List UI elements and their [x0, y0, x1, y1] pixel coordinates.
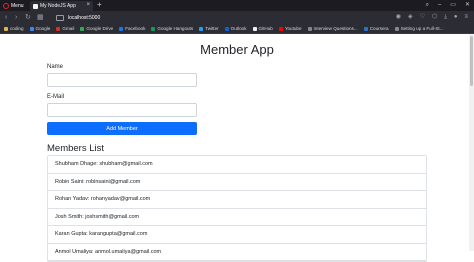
browser-tab[interactable]: My NodeJS App ×	[30, 1, 93, 11]
browser-address-bar: ‹ › ↻ ▦ localhost:5000 ◉ ◈ ♡ ⬡ ⤓ ● ≡	[0, 11, 474, 24]
bookmark-icon	[119, 26, 124, 31]
heart-icon[interactable]: ♡	[420, 13, 425, 22]
members-list-title: Members List	[47, 143, 105, 154]
vpn-icon[interactable]: ◈	[408, 13, 413, 22]
browser-menu-button[interactable]: Menu	[3, 1, 24, 10]
forward-icon[interactable]: ›	[15, 13, 17, 22]
bookmark-icon	[4, 26, 8, 31]
bookmark-label: Setting up a Full-St...	[400, 26, 444, 31]
bookmark-label: Outlook	[230, 26, 247, 31]
page-scrollbar[interactable]	[469, 34, 474, 251]
name-label: Name	[47, 64, 64, 70]
bookmark-icon	[29, 26, 34, 31]
menu-icon[interactable]: ≡	[464, 13, 468, 22]
bookmark-icon	[151, 26, 156, 31]
bookmark-item[interactable]: Coursera	[363, 26, 389, 31]
url-field[interactable]: localhost:5000	[56, 13, 356, 22]
bookmark-label: Twitter	[205, 26, 219, 31]
bookmark-item[interactable]: Interview Questions...	[307, 26, 358, 31]
url-text: localhost:5000	[68, 14, 101, 21]
bookmark-item[interactable]: Youtube	[278, 26, 302, 31]
bookmark-icon	[224, 26, 229, 31]
add-member-button[interactable]: Add Member	[47, 122, 197, 135]
camera-icon[interactable]: ◉	[396, 13, 401, 22]
bookmark-item[interactable]: Google	[29, 26, 51, 31]
download-icon[interactable]: ⤓	[444, 13, 447, 22]
new-tab-button[interactable]: +	[97, 0, 102, 10]
member-list-item: Robin Saini: robinsaini@gmail.com	[48, 174, 426, 191]
page-title: Member App	[200, 42, 274, 57]
bookmark-item[interactable]: Gmail	[56, 26, 74, 31]
member-list-item: Shubham Dhage: shubham@gmail.com	[48, 156, 426, 174]
email-input[interactable]	[47, 103, 197, 117]
bookmark-label: Facebook	[125, 26, 146, 31]
bookmark-item[interactable]: Twitter	[199, 26, 219, 31]
bookmark-icon	[278, 26, 283, 31]
browser-menu-label: Menu	[11, 2, 24, 9]
bookmarks-bar: coding Google Gmail Google Drive Facebook Goo…	[0, 24, 474, 34]
browser-tab-bar: Menu My NodeJS App × + ⌕ – ▭ ✕	[0, 0, 474, 11]
site-info-icon[interactable]	[56, 14, 64, 21]
tab-close-icon[interactable]: ×	[86, 2, 90, 8]
bookmark-icon	[80, 26, 85, 31]
bookmark-icon	[252, 26, 257, 31]
bookmark-label: Google Hangouts	[157, 26, 194, 31]
members-list: Shubham Dhage: shubham@gmail.com Robin Sa…	[47, 155, 427, 262]
bookmark-item[interactable]: Google Hangouts	[151, 26, 193, 31]
bookmark-label: Google	[35, 26, 51, 31]
maximize-icon[interactable]: ▭	[450, 0, 456, 10]
bookmark-icon	[56, 26, 61, 31]
bookmark-label: Youtube	[284, 26, 302, 31]
reload-icon[interactable]: ↻	[25, 13, 31, 22]
bookmark-icon	[307, 26, 312, 31]
bookmark-icon	[363, 26, 368, 31]
name-input[interactable]	[47, 73, 197, 87]
bookmark-item[interactable]: Google Drive	[80, 26, 113, 31]
tab-favicon-icon	[33, 3, 38, 9]
bookmark-label: Coursera	[369, 26, 389, 31]
user-icon[interactable]: ●	[454, 13, 458, 22]
opera-logo-icon	[3, 2, 9, 9]
window-search-icon[interactable]: ⌕	[426, 0, 429, 10]
member-list-item: Rohan Yadav: rohanyadav@gmail.com	[48, 191, 426, 209]
toolbar-icons: ◉ ◈ ♡ ⬡ ⤓ ● ≡	[396, 13, 468, 22]
back-icon[interactable]: ‹	[5, 13, 7, 22]
window-controls: ⌕ – ▭ ✕	[426, 0, 470, 10]
minimize-icon[interactable]: –	[438, 0, 441, 10]
bookmark-label: Interview Questions...	[313, 26, 358, 31]
bookmark-item[interactable]: Outlook	[224, 26, 247, 31]
bookmark-item[interactable]: GitHub	[252, 26, 273, 31]
extensions-icon[interactable]: ⬡	[432, 13, 437, 22]
bookmark-item[interactable]: Setting up a Full-St...	[394, 26, 444, 31]
member-list-item: Karan Gupta: karangupta@gmail.com	[48, 226, 426, 244]
speed-dial-icon[interactable]: ▦	[37, 13, 44, 22]
bookmark-label: GitHub	[258, 26, 273, 31]
bookmark-label: coding	[10, 26, 24, 31]
email-label: E-Mail	[47, 94, 65, 100]
member-list-item: Josh Smith: joshsmith@gmail.com	[48, 209, 426, 226]
bookmark-item[interactable]: Facebook	[119, 26, 145, 31]
bookmark-icon	[394, 26, 399, 31]
bookmark-label: Gmail	[62, 26, 75, 31]
scrollbar-thumb[interactable]	[470, 36, 473, 86]
bookmark-item[interactable]: coding	[4, 26, 24, 31]
bookmark-label: Google Drive	[86, 26, 114, 31]
tab-title: My NodeJS App	[40, 3, 76, 9]
close-window-icon[interactable]: ✕	[465, 0, 470, 10]
bookmark-icon	[199, 26, 204, 31]
member-list-item: Anmol Umaliya: anmol.umaliya@gmail.com	[48, 244, 426, 261]
